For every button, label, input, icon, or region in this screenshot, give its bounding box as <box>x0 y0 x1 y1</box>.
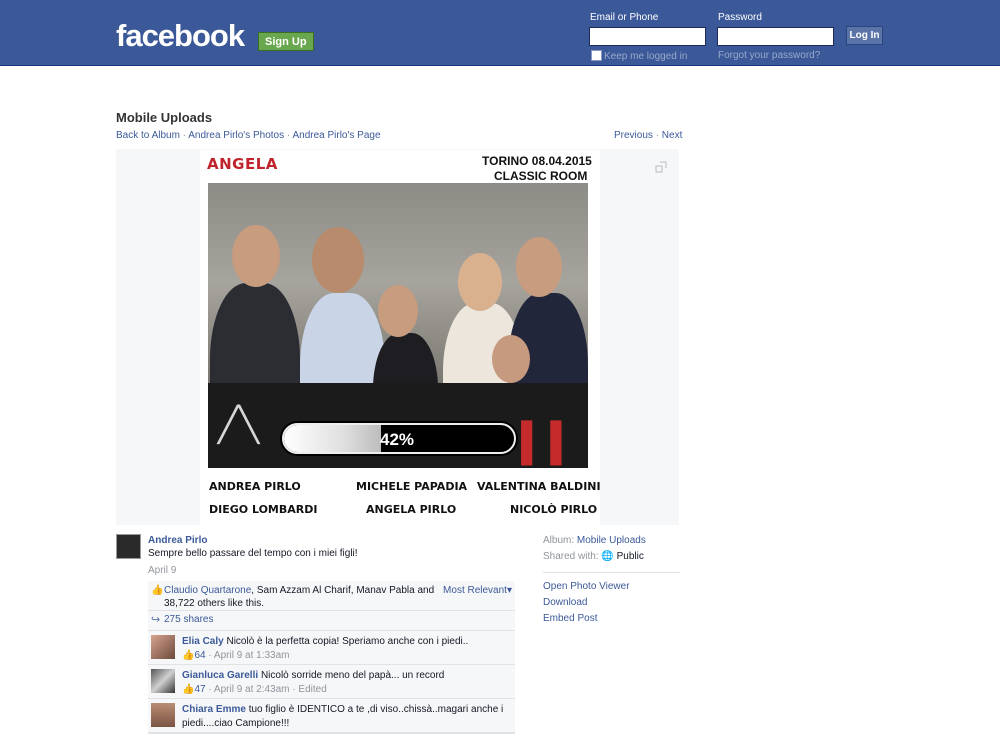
poster-date: TORINO 08.04.2015 <box>482 154 592 168</box>
expand-icon[interactable] <box>655 161 667 173</box>
keep-logged-in-label: Keep me logged in <box>604 51 688 62</box>
album-label: Album: <box>543 535 575 546</box>
comment-text: tuo figlio è IDENTICO a te ,di viso..chi… <box>248 704 504 715</box>
progress-label: 42% <box>380 430 415 449</box>
comment: Gianluca Garelli Nicolò sorride meno del… <box>148 665 515 699</box>
caption: DIEGO LOMBARDI <box>209 503 318 516</box>
keep-logged-in[interactable]: Keep me logged in <box>591 50 687 62</box>
photo-pager: Previous · Next <box>614 130 682 141</box>
likers-text: , Sam Azzam Al Charif, Manav Pabla and <box>251 585 435 596</box>
album-title: Mobile Uploads <box>116 110 213 125</box>
previous-link[interactable]: Previous <box>614 130 653 141</box>
shares-row[interactable]: ↪ 275 shares <box>148 611 515 631</box>
thumbs-up-icon: 👍 <box>151 585 164 596</box>
person-head <box>458 253 502 311</box>
person-head <box>516 237 562 297</box>
post-date[interactable]: April 9 <box>148 565 176 576</box>
comment: Elia Caly Nicolò è la perfetta copia! Sp… <box>148 631 515 665</box>
next-link[interactable]: Next <box>662 130 683 141</box>
comment-meta: 👍47 · April 9 at 2:43am · Edited <box>182 684 327 695</box>
comment-text: Nicolò sorride meno del papà... un recor… <box>260 670 445 681</box>
comment-timestamp[interactable]: · April 9 at 1:33am <box>208 650 289 661</box>
comment-author-name[interactable]: Chiara Emme <box>182 704 246 715</box>
progress-fill <box>284 425 381 452</box>
embed-post-label[interactable]: Embed Post <box>543 613 597 624</box>
caption: NICOLÒ PIRLO <box>510 503 598 516</box>
password-field[interactable] <box>717 27 834 46</box>
caption: ANGELA PIRLO <box>366 503 457 516</box>
liker-link[interactable]: Claudio Quartarone <box>164 585 251 596</box>
comment-likes[interactable]: 👍47 <box>182 684 206 695</box>
likes-count-text[interactable]: 38,722 others like this. <box>164 598 264 609</box>
caption: MICHELE PAPADIA <box>356 480 468 493</box>
shares-count[interactable]: 275 shares <box>164 614 213 625</box>
top-bar: facebook Sign Up Email or Phone Password… <box>0 0 1000 66</box>
embed-post-link[interactable]: Embed Post <box>543 613 597 624</box>
comment-like-count: 47 <box>194 684 206 695</box>
most-relevant-label: Most Relevant <box>443 585 507 596</box>
email-field[interactable] <box>589 27 706 46</box>
chevron-down-icon: ▾ <box>506 585 512 596</box>
person-head <box>312 227 364 293</box>
email-label: Email or Phone <box>590 12 659 23</box>
comment-author[interactable]: Gianluca Garelli Nicolò sorride meno del… <box>182 670 444 681</box>
shared-with-label: Shared with: <box>543 551 599 562</box>
comment-author-name[interactable]: Gianluca Garelli <box>182 670 258 681</box>
back-to-album-link[interactable]: Back to Album <box>116 130 180 141</box>
banner-graphic: ▍▍ <box>521 423 580 465</box>
likes-summary: 👍 Claudio Quartarone, Sam Azzam Al Chari… <box>148 581 515 611</box>
comment-author-name[interactable]: Elia Caly <box>182 636 224 647</box>
download-label[interactable]: Download <box>543 597 587 608</box>
privacy-value[interactable]: Public <box>617 551 644 562</box>
person-head <box>378 285 418 337</box>
poster-name: ANGELA <box>207 155 278 173</box>
poster-room: CLASSIC ROOM <box>494 169 588 183</box>
forgot-password-link[interactable]: Forgot your password? <box>718 50 820 61</box>
person-head <box>492 335 530 383</box>
post-author[interactable]: Andrea Pirlo <box>148 535 207 546</box>
comment-likes[interactable]: 👍64 <box>182 650 206 661</box>
password-label: Password <box>718 12 762 23</box>
comment-author[interactable]: Elia Caly Nicolò è la perfetta copia! Sp… <box>182 636 468 647</box>
open-photo-viewer-label[interactable]: Open Photo Viewer <box>543 581 630 592</box>
facebook-logo[interactable]: facebook <box>116 18 245 54</box>
comment-avatar[interactable] <box>151 635 175 659</box>
thumbs-up-icon: 👍 <box>182 684 195 695</box>
comment-like-count: 64 <box>194 650 206 661</box>
share-icon: ↪ <box>151 614 161 626</box>
progress-bar: 42% <box>282 423 516 454</box>
album-link[interactable]: Mobile Uploads <box>577 535 646 546</box>
breadcrumb: Back to Album · Andrea Pirlo's Photos · … <box>116 130 381 141</box>
feedback-box: 👍 Claudio Quartarone, Sam Azzam Al Chari… <box>148 581 515 734</box>
keep-logged-in-checkbox[interactable] <box>591 50 602 61</box>
most-relevant-dropdown[interactable]: Most Relevant▾ <box>443 584 512 597</box>
comment: Chiara Emme tuo figlio è IDENTICO a te ,… <box>148 699 515 733</box>
page-link[interactable]: Andrea Pirlo's Page <box>292 130 380 141</box>
banner-graphic: ╱╲ <box>218 406 259 444</box>
log-in-button[interactable]: Log In <box>846 26 883 45</box>
comment-author[interactable]: Chiara Emme tuo figlio è IDENTICO a te ,… <box>182 704 503 715</box>
thumbs-up-icon: 👍 <box>182 650 195 661</box>
person-head <box>232 225 280 287</box>
photos-link[interactable]: Andrea Pirlo's Photos <box>188 130 284 141</box>
download-link[interactable]: Download <box>543 597 587 608</box>
caption: ANDREA PIRLO <box>209 480 301 493</box>
avatar[interactable] <box>116 534 141 559</box>
album-info: Album: Mobile Uploads <box>543 535 646 546</box>
open-photo-viewer-link[interactable]: Open Photo Viewer <box>543 581 630 592</box>
comment-avatar[interactable] <box>151 703 175 727</box>
comment-text: Nicolò è la perfetta copia! Speriamo anc… <box>226 636 469 647</box>
divider <box>543 572 680 573</box>
comment-avatar[interactable] <box>151 669 175 693</box>
globe-icon: 🌐 <box>601 551 614 562</box>
sign-up-button[interactable]: Sign Up <box>258 32 314 51</box>
comment-text-continued: piedi....ciao Campione!!! <box>182 718 290 729</box>
privacy-info: Shared with: 🌐 Public <box>543 551 644 562</box>
post-text: Sempre bello passare del tempo con i mie… <box>148 548 358 559</box>
comment-timestamp[interactable]: · April 9 at 2:43am · Edited <box>208 684 326 695</box>
caption: VALENTINA BALDINI <box>477 480 601 493</box>
comment-meta: 👍64 · April 9 at 1:33am <box>182 650 290 661</box>
